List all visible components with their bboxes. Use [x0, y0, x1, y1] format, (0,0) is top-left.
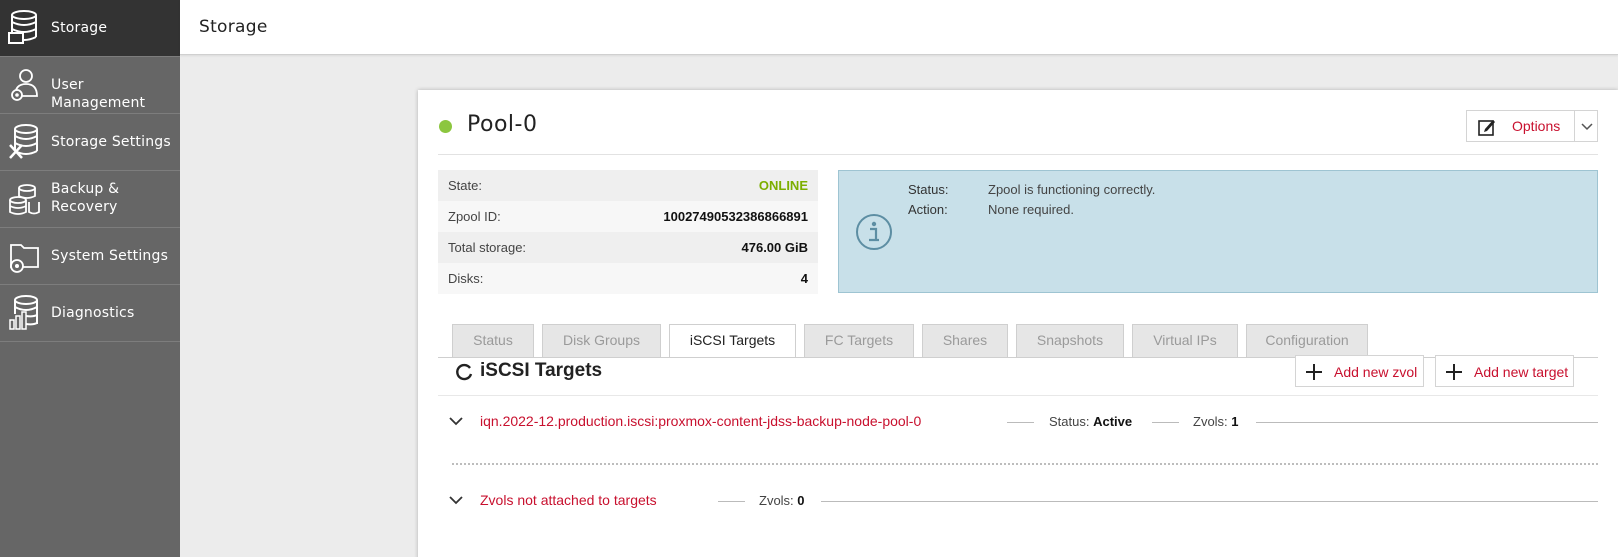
sidebar-item-label: Diagnostics — [51, 305, 135, 321]
pool-status-box: Status: Zpool is functioning correctly. A… — [838, 170, 1598, 293]
pool-panel: Pool-0 Options State: ONLINE Zpool ID: 1… — [418, 90, 1618, 557]
tab-status[interactable]: Status — [452, 324, 534, 357]
edit-icon — [1478, 120, 1495, 136]
row-connector — [821, 501, 1598, 502]
tab-shares[interactable]: Shares — [922, 324, 1008, 357]
tab-fc-targets[interactable]: FC Targets — [804, 324, 914, 357]
pool-status-dot — [439, 120, 452, 133]
sidebar-item-storage-settings[interactable]: Storage Settings — [0, 114, 180, 171]
state-value: ONLINE — [758, 178, 808, 193]
target-status: Status: Active — [1049, 414, 1132, 429]
status-key: Status: — [908, 182, 949, 197]
tabs-underline — [438, 357, 1598, 358]
status-value: Zpool is functioning correctly. — [988, 182, 1156, 197]
status-line: Status: Zpool is functioning correctly. — [908, 182, 1155, 197]
options-label: Options — [1512, 118, 1561, 134]
target-zvols-key: Zvols: — [1193, 414, 1228, 429]
unattached-zvols-value: 0 — [797, 493, 805, 508]
unattached-zvols: Zvols: 0 — [759, 493, 805, 508]
info-icon — [856, 214, 892, 250]
sidebar-item-system-settings[interactable]: System Settings — [0, 228, 180, 285]
chevron-down-icon[interactable] — [448, 415, 464, 429]
target-zvols-value: 1 — [1231, 414, 1239, 429]
sidebar-item-storage[interactable]: Storage — [0, 0, 180, 57]
zpool-id-value: 10027490532386866891 — [663, 209, 808, 224]
row-connector — [1152, 422, 1179, 423]
target-name-link[interactable]: iqn.2022-12.production.iscsi:proxmox-con… — [480, 413, 921, 429]
top-header: Storage — [180, 0, 1618, 55]
chevron-down-icon[interactable] — [448, 494, 464, 508]
sidebar-item-label: Backup & Recovery — [51, 181, 120, 215]
target-row: iqn.2022-12.production.iscsi:proxmox-con… — [448, 411, 1598, 433]
info-label: State: — [448, 178, 482, 193]
plus-icon — [1306, 364, 1322, 380]
database-tools-icon — [9, 124, 38, 159]
sidebar-item-diagnostics[interactable]: Diagnostics — [0, 285, 180, 342]
backup-coins-icon — [9, 184, 40, 215]
disks-value: 4 — [800, 271, 808, 286]
action-line: Action: None required. — [908, 202, 1074, 217]
page-title: Storage — [199, 17, 268, 37]
user-gear-icon — [11, 69, 38, 101]
info-row-disks: Disks: 4 — [438, 263, 818, 294]
refresh-icon[interactable] — [454, 362, 474, 382]
unattached-zvols-link[interactable]: Zvols not attached to targets — [480, 492, 657, 508]
tab-configuration[interactable]: Configuration — [1246, 324, 1368, 357]
unattached-zvols-key: Zvols: — [759, 493, 794, 508]
sidebar-item-backup-recovery[interactable]: Backup & Recovery — [0, 171, 180, 228]
unattached-row: Zvols not attached to targets Zvols: 0 — [448, 490, 1598, 512]
add-new-zvol-button[interactable]: Add new zvol — [1295, 355, 1424, 387]
tab-iscsi-targets[interactable]: iSCSI Targets — [669, 324, 796, 358]
sidebar-item-label: System Settings — [51, 248, 169, 264]
add-new-target-button[interactable]: Add new target — [1435, 355, 1574, 387]
folder-gear-icon — [10, 244, 39, 273]
action-key: Action: — [908, 202, 948, 217]
divider — [438, 395, 1598, 396]
target-status-key: Status: — [1049, 414, 1090, 429]
info-row-total-storage: Total storage: 476.00 GiB — [438, 232, 818, 263]
sidebar-item-user-management[interactable]: User Management — [0, 57, 180, 114]
info-row-state: State: ONLINE — [438, 170, 818, 201]
add-target-label: Add new target — [1474, 364, 1569, 380]
sidebar-item-label: Storage — [51, 20, 108, 36]
row-connector — [1256, 422, 1598, 423]
add-zvol-label: Add new zvol — [1334, 364, 1418, 380]
plus-icon — [1446, 364, 1462, 380]
target-status-value: Active — [1093, 414, 1133, 429]
tab-virtual-ips[interactable]: Virtual IPs — [1132, 324, 1238, 357]
total-storage-value: 476.00 GiB — [741, 240, 809, 255]
pool-info-table: State: ONLINE Zpool ID: 1002749053238686… — [438, 170, 818, 294]
tab-snapshots[interactable]: Snapshots — [1016, 324, 1124, 357]
info-label: Disks: — [448, 271, 484, 286]
sidebar-item-label: Storage Settings — [51, 134, 171, 150]
options-dropdown-toggle[interactable] — [1574, 110, 1598, 142]
database-icon — [8, 10, 37, 44]
target-zvols: Zvols: 1 — [1193, 414, 1239, 429]
tab-disk-groups[interactable]: Disk Groups — [542, 324, 661, 357]
database-chart-icon — [9, 295, 38, 330]
info-row-zpool-id: Zpool ID: 10027490532386866891 — [438, 201, 818, 232]
info-label: Total storage: — [448, 240, 527, 255]
action-value: None required. — [988, 202, 1074, 217]
dotted-separator — [452, 463, 1598, 465]
chevron-down-icon — [1581, 123, 1593, 131]
sidebar-item-label: User Management — [51, 77, 146, 111]
sidebar: Storage User Management Storage Settings… — [0, 0, 180, 557]
pool-name: Pool-0 — [467, 112, 538, 137]
divider — [438, 154, 1598, 155]
row-connector — [1007, 422, 1034, 423]
section-title: iSCSI Targets — [480, 360, 603, 381]
info-label: Zpool ID: — [448, 209, 501, 224]
row-connector — [718, 501, 745, 502]
